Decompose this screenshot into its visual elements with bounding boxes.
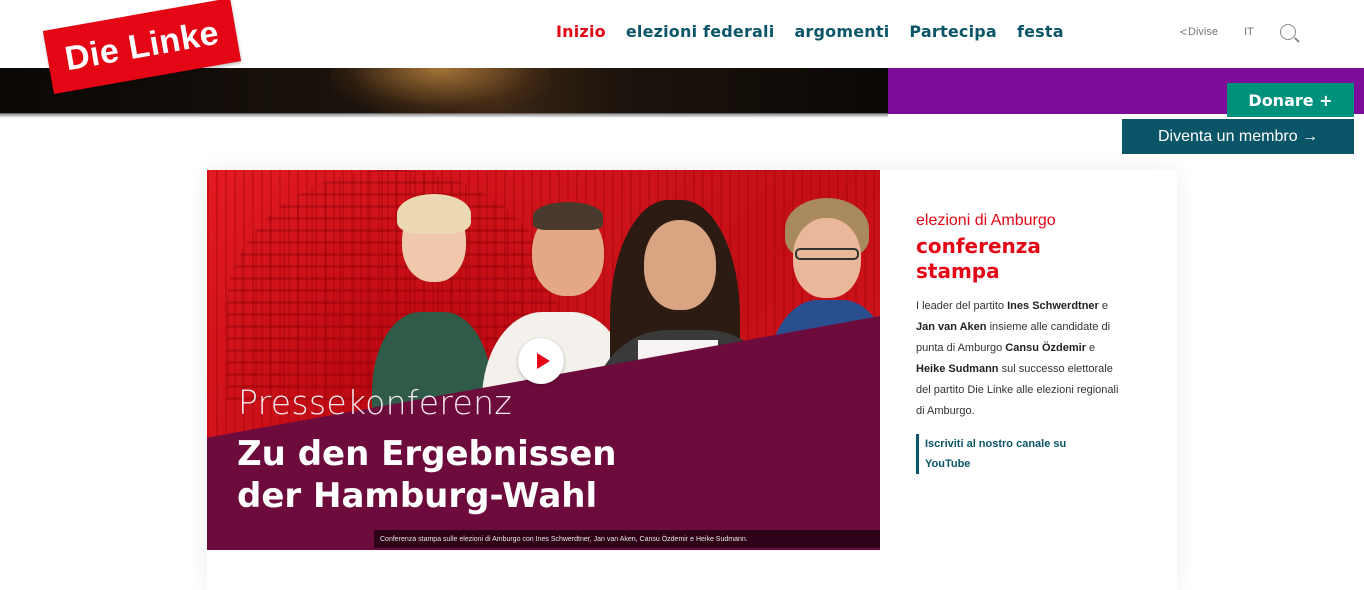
donate-button[interactable]: Donare + bbox=[1227, 83, 1354, 117]
share-button[interactable]: < Divise bbox=[1180, 25, 1218, 39]
body-text-4: e bbox=[1085, 342, 1096, 354]
banner-glow bbox=[330, 68, 550, 114]
body-text-1: I leader del partito bbox=[916, 300, 1008, 312]
share-label: Divise bbox=[1188, 26, 1218, 38]
body-name-4: Heike Sudmann bbox=[916, 363, 999, 375]
banner-shadow bbox=[0, 113, 888, 118]
utility-bar: < Divise IT bbox=[1180, 24, 1296, 40]
play-icon[interactable] bbox=[518, 338, 564, 384]
hero-title: Zu den Ergebnissen der Hamburg-Wahl bbox=[237, 433, 687, 517]
article-kicker: elezioni di Amburgo bbox=[916, 212, 1056, 229]
body-text-2: e bbox=[1098, 300, 1109, 312]
nav-item-elezioni-federali[interactable]: elezioni federali bbox=[626, 22, 775, 41]
nav-item-festa[interactable]: festa bbox=[1017, 22, 1064, 41]
become-member-button[interactable]: Diventa un membro → bbox=[1122, 119, 1354, 154]
share-icon: < bbox=[1180, 25, 1188, 39]
youtube-subscribe-link[interactable]: Iscriviti al nostro canale su YouTube bbox=[916, 434, 1106, 474]
article-headline[interactable]: conferenza stampa bbox=[916, 234, 1121, 284]
nav-item-argomenti[interactable]: argomenti bbox=[794, 22, 889, 41]
image-credit bbox=[18, 76, 28, 106]
article-body: I leader del partito Ines Schwerdtner e … bbox=[916, 296, 1121, 422]
body-name-1: Ines Schwerdtner bbox=[1007, 300, 1099, 312]
search-icon[interactable] bbox=[1279, 24, 1296, 40]
hero-kicker: Pressekonferenz bbox=[238, 383, 512, 422]
main-nav: Inizio elezioni federali argomenti Parte… bbox=[556, 22, 1084, 41]
hero-title-line-1: Zu den Ergebnissen bbox=[237, 434, 617, 474]
language-switcher[interactable]: IT bbox=[1244, 26, 1254, 38]
nav-item-inizio[interactable]: Inizio bbox=[556, 22, 606, 41]
article-teaser: elezioni di Amburgo conferenza stampa I … bbox=[916, 212, 1121, 474]
hero-title-line-2: der Hamburg-Wahl bbox=[237, 476, 598, 516]
body-name-2: Jan van Aken bbox=[916, 321, 987, 333]
hero-caption: Conferenza stampa sulle elezioni di Ambu… bbox=[374, 530, 880, 548]
nav-item-partecipa[interactable]: Partecipa bbox=[909, 22, 997, 41]
body-name-3: Cansu Özdemir bbox=[1005, 342, 1086, 354]
